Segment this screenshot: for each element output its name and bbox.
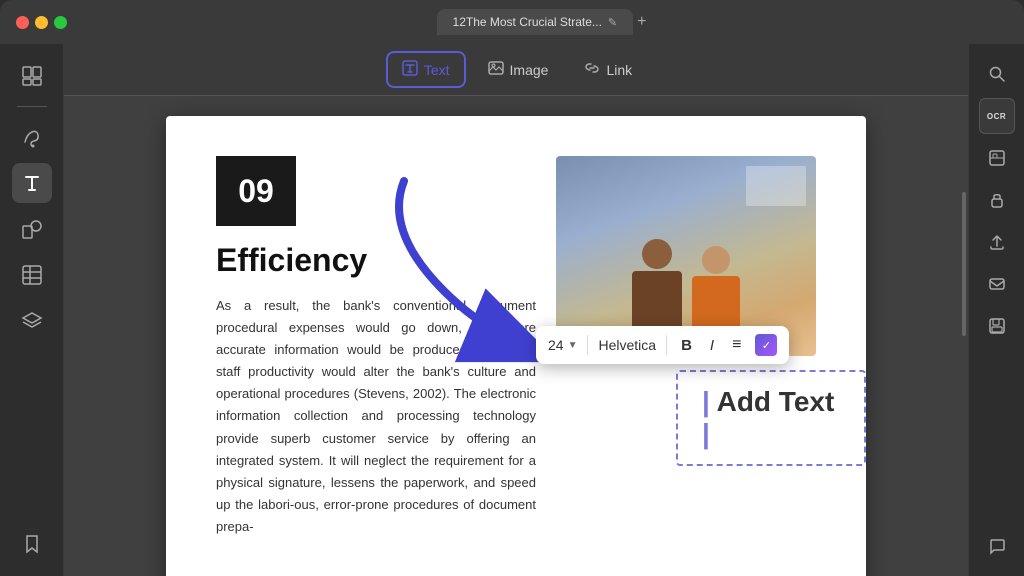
font-size-arrow[interactable]: ▼ [568,340,578,351]
titlebar: 12The Most Crucial Strate... ✎ + [0,0,1024,44]
italic-button[interactable]: I [706,335,718,356]
doc-scroll-area[interactable]: 09 Efficiency As a result, the bank's co… [64,96,968,576]
color-check-icon: ✓ [762,339,771,352]
image-tool-icon [488,60,504,79]
align-button[interactable]: ≡ [728,334,745,356]
photo-column: 24 ▼ Helvetica B I ≡ ✓ [556,156,816,538]
page-top-section: 09 Efficiency As a result, the bank's co… [216,156,816,538]
color-picker-button[interactable]: ✓ [755,334,777,356]
link-tool-icon [584,60,600,79]
fmt-divider-2 [666,335,667,355]
shape-sidebar-icon[interactable] [12,209,52,249]
link-tool-button[interactable]: Link [570,53,646,86]
traffic-lights [16,16,67,29]
sidebar-divider [17,106,47,107]
page-number-09: 09 [238,173,274,210]
toolbar: Text Image [64,44,968,96]
right-sidebar: OCR [968,44,1024,576]
search-right-icon[interactable] [979,56,1015,92]
new-tab-button[interactable]: + [637,13,646,31]
upload-right-icon[interactable] [979,224,1015,260]
layers-sidebar-icon[interactable] [12,301,52,341]
maximize-button[interactable] [54,16,67,29]
text-sidebar-icon[interactable] [12,163,52,203]
email-right-icon[interactable] [979,266,1015,302]
scan-right-icon[interactable] [979,140,1015,176]
text-tool-icon [402,60,418,79]
link-tool-label: Link [606,62,632,78]
tab-bar: 12The Most Crucial Strate... ✎ + [75,9,1008,35]
format-toolbar: 24 ▼ Helvetica B I ≡ ✓ [536,326,789,364]
active-tab[interactable]: 12The Most Crucial Strate... ✎ [437,9,634,35]
image-tool-button[interactable]: Image [474,53,563,86]
scrollbar[interactable] [960,96,968,576]
tab-title: 12The Most Crucial Strate... [453,15,602,29]
font-name-display[interactable]: Helvetica [598,337,656,353]
document-page: 09 Efficiency As a result, the bank's co… [166,116,866,576]
section-title-efficiency: Efficiency [216,242,536,279]
scrollbar-thumb[interactable] [962,192,966,336]
image-tool-label: Image [510,62,549,78]
text-tool-button[interactable]: Text [386,51,466,88]
page-left-content: 09 Efficiency As a result, the bank's co… [216,156,536,538]
page-number-box-09: 09 [216,156,296,226]
lock-right-icon[interactable] [979,182,1015,218]
close-button[interactable] [16,16,29,29]
add-text-label: | Add Text | [702,386,834,449]
ocr-right-icon[interactable]: OCR [979,98,1015,134]
table-sidebar-icon[interactable] [12,255,52,295]
bold-button[interactable]: B [677,335,696,356]
body-text-main: As a result, the bank's conventional doc… [216,295,536,538]
add-text-cursor-right: | [702,418,710,449]
pages-sidebar-icon[interactable] [12,56,52,96]
font-size-control[interactable]: 24 ▼ [548,337,577,353]
monitor-shape [746,166,806,206]
font-size-value: 24 [548,337,564,353]
minimize-button[interactable] [35,16,48,29]
content-area: Text Image [64,44,968,576]
left-sidebar [0,44,64,576]
edit-icon[interactable]: ✎ [608,16,617,29]
paint-sidebar-icon[interactable] [12,117,52,157]
main-area: Text Image [0,44,1024,576]
ocr-label: OCR [987,112,1006,121]
add-text-cursor-left: | [702,386,710,417]
chat-right-icon[interactable] [979,528,1015,564]
text-tool-label: Text [424,62,450,78]
bookmark-sidebar-icon[interactable] [12,524,52,564]
fmt-divider-1 [587,335,588,355]
save-right-icon[interactable] [979,308,1015,344]
add-text-box[interactable]: | Add Text | [676,370,866,466]
